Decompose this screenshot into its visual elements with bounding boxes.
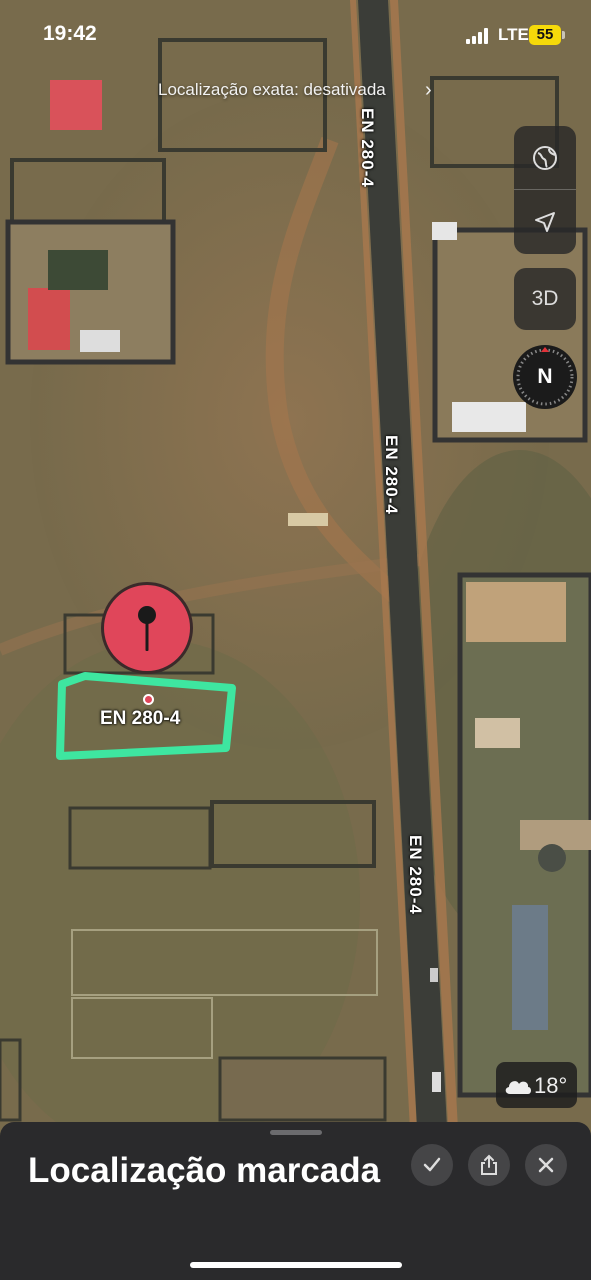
view-3d-button[interactable]: 3D [514,268,576,330]
pin-label: EN 280-4 [100,708,181,729]
checkmark-icon [423,1157,441,1172]
network-type: LTE [498,25,529,44]
sheet-title: Localização marcada [28,1151,381,1190]
road-label: EN 280-4 [382,435,401,515]
home-indicator [190,1262,402,1268]
bottom-sheet: Localização marcada [0,1122,591,1280]
current-location-button[interactable] [514,190,576,253]
globe-icon [533,145,557,170]
compass-north-label: N [537,365,553,388]
cloud-icon [505,1081,531,1094]
location-arrow-icon [535,211,555,232]
share-button[interactable] [468,1144,510,1186]
precise-location-banner[interactable]: Localização exata: desativada [158,80,386,100]
status-bar: 19:42 LTE 55 [0,0,591,70]
compass-button[interactable]: N [513,345,577,409]
chevron-right-icon[interactable]: › [425,79,432,102]
road-label: EN 280-4 [406,835,425,915]
share-icon [481,1154,497,1175]
sheet-grabber[interactable] [270,1130,322,1135]
confirm-button[interactable] [411,1144,453,1186]
status-time: 19:42 [43,22,97,45]
pushpin-icon [138,606,156,651]
map-style-button[interactable] [514,126,576,189]
close-button[interactable] [525,1144,567,1186]
map-controls [514,126,576,254]
cellular-signal-icon [466,28,492,44]
marked-location-pin[interactable] [101,582,193,674]
battery-tip [562,31,565,39]
pin-anchor-dot [143,694,154,705]
weather-widget[interactable]: 18° [496,1062,577,1108]
temperature: 18° [534,1073,568,1098]
road-label: EN 280-4 [358,108,377,188]
close-icon [538,1157,554,1173]
battery-icon: 55 [529,25,561,45]
